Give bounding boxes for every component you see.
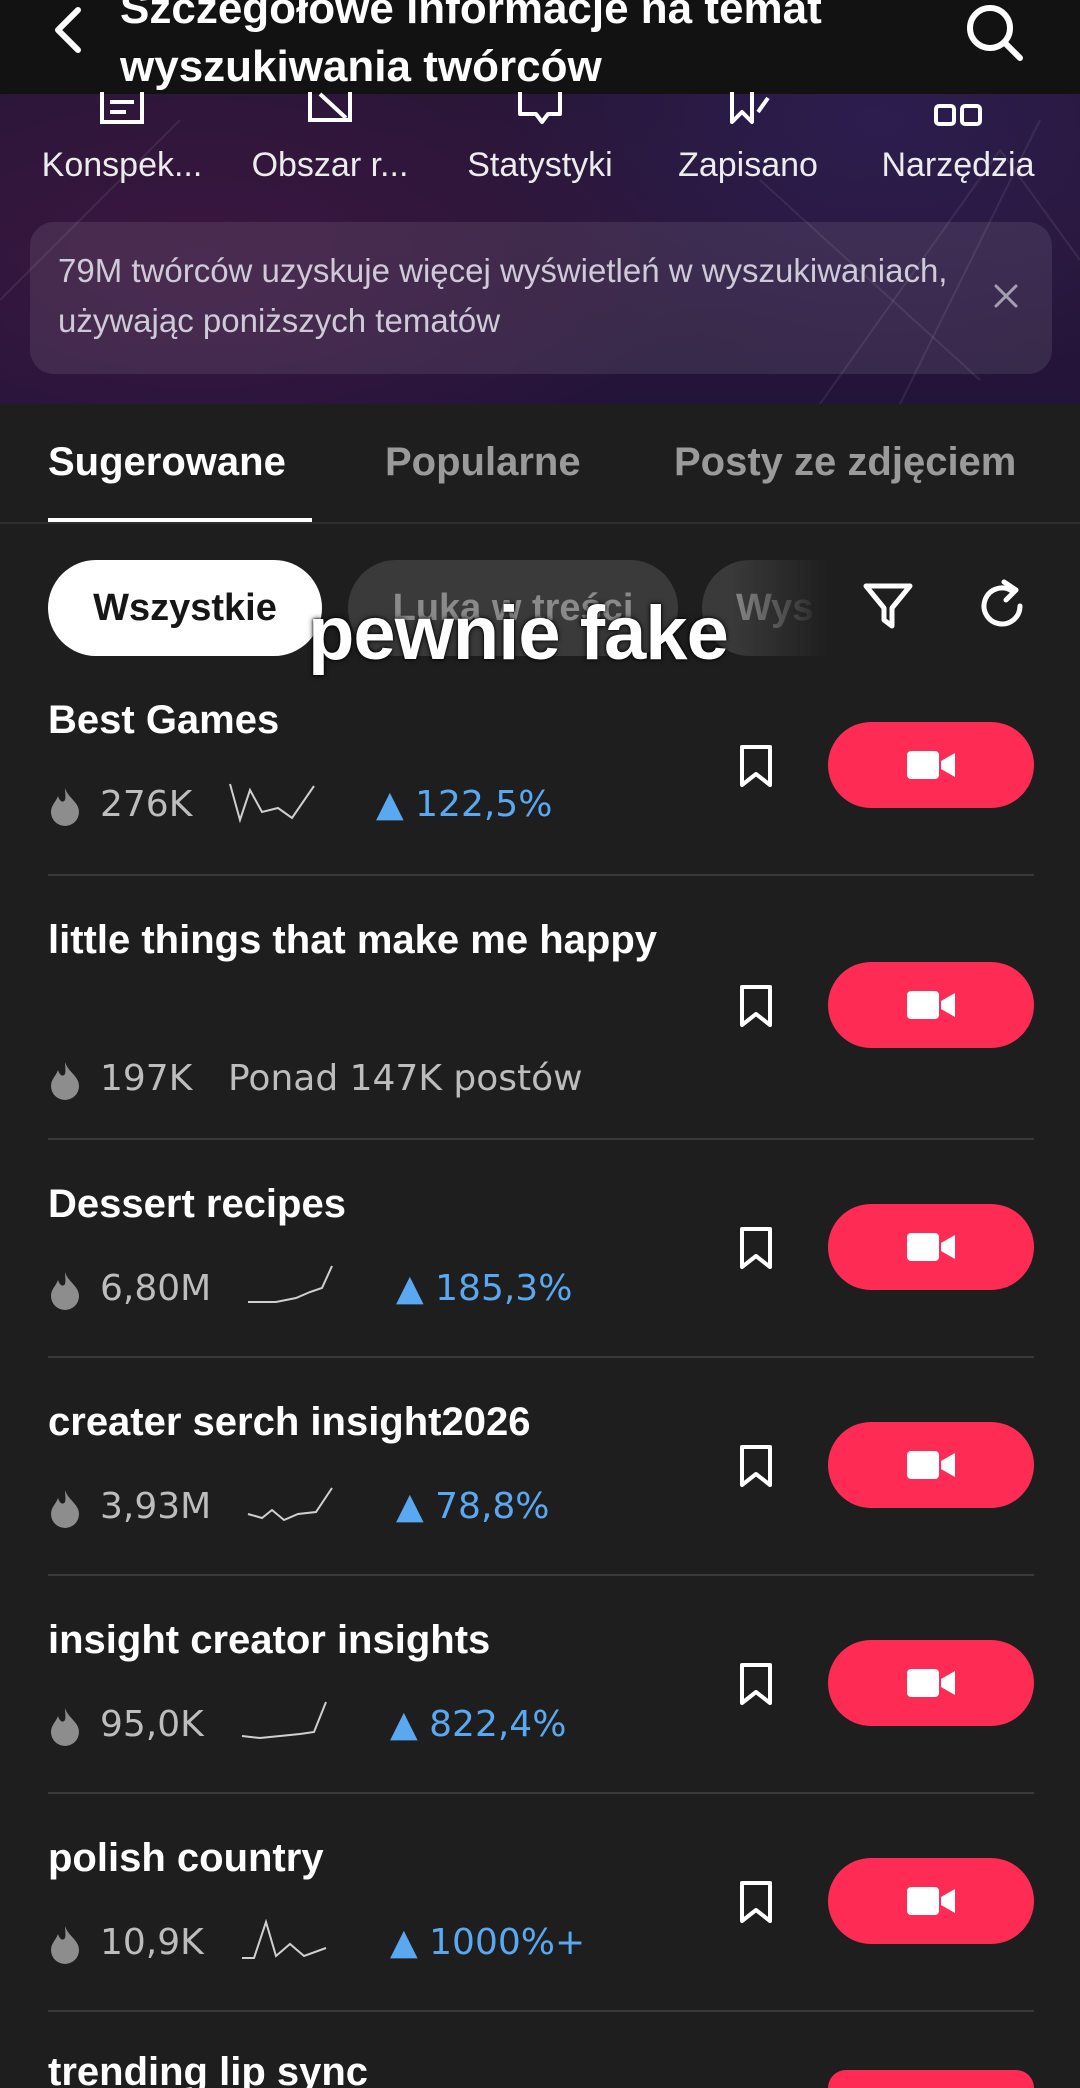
topic-stats: 276K ▲ 122,5% <box>48 778 748 828</box>
create-video-button[interactable] <box>828 2070 1034 2088</box>
flame-icon <box>51 788 79 826</box>
create-video-button[interactable] <box>828 1204 1034 1290</box>
create-video-button[interactable] <box>828 1422 1034 1508</box>
flame-icon <box>51 1926 79 1964</box>
info-banner: 79M twórców uzyskuje więcej wyświetleń w… <box>30 222 1052 374</box>
topic-stats: 3,93M ▲ 78,8% <box>48 1480 748 1530</box>
topic-stats: 10,9K ▲ 1000%+ <box>48 1916 748 1966</box>
video-camera-icon <box>907 991 955 1019</box>
bookmark-icon[interactable] <box>736 1444 776 1488</box>
bookmark-icon[interactable] <box>736 1226 776 1270</box>
topic-title[interactable]: polish country <box>48 1830 688 1887</box>
header-hero: Szczegółowe informacje na temat wyszukiw… <box>0 0 1080 404</box>
bookmark-icon[interactable] <box>736 744 776 788</box>
divider <box>48 2010 1034 2012</box>
video-camera-icon <box>907 1451 955 1479</box>
video-camera-icon <box>907 1233 955 1261</box>
video-camera-icon <box>907 751 955 779</box>
back-arrow-icon[interactable] <box>44 4 96 56</box>
bookmark-icon[interactable] <box>736 984 776 1028</box>
tab-suggested[interactable]: Sugerowane <box>48 440 286 485</box>
topic-stats: 197K Ponad 147K postów <box>48 1052 748 1102</box>
content-gap-icon <box>308 92 352 122</box>
create-video-button[interactable] <box>828 1640 1034 1726</box>
create-video-button[interactable] <box>828 962 1034 1048</box>
active-tab-indicator <box>48 518 312 522</box>
tab-photo-posts[interactable]: Posty ze zdjęciem <box>674 440 1016 485</box>
flame-icon <box>51 1708 79 1746</box>
topic-title[interactable]: Best Games <box>48 692 688 749</box>
create-video-button[interactable] <box>828 722 1034 808</box>
topic-title[interactable]: Dessert recipes <box>48 1176 688 1233</box>
trend-sparkline <box>241 1701 327 1740</box>
topic-title[interactable]: little things that make me happy <box>48 912 688 969</box>
growth-value: ▲ 185,3% <box>396 1268 573 1309</box>
flame-icon <box>51 1490 79 1528</box>
flame-icon <box>51 1062 79 1100</box>
tab-popular[interactable]: Popularne <box>385 440 581 485</box>
trend-sparkline <box>247 1487 333 1522</box>
video-camera-icon <box>907 1887 955 1915</box>
top-bar: Szczegółowe informacje na temat wyszukiw… <box>0 0 1080 94</box>
chip-fade <box>730 560 840 660</box>
bookmark-icon[interactable] <box>736 1662 776 1706</box>
divider <box>48 1792 1034 1794</box>
tab-bar: Sugerowane Popularne Posty ze zdjęciem <box>0 404 1080 524</box>
growth-value: ▲ 1000%+ <box>390 1922 586 1963</box>
create-video-button[interactable] <box>828 1858 1034 1944</box>
close-icon[interactable] <box>988 278 1024 314</box>
banner-text: 79M twórców uzyskuje więcej wyświetleń w… <box>58 252 948 339</box>
growth-value: ▲ 822,4% <box>390 1704 567 1745</box>
divider <box>48 874 1034 876</box>
flame-icon <box>51 1272 79 1310</box>
divider <box>48 1138 1034 1140</box>
tool-navigation: Konspek... Obszar r... Statystyki Zapisa… <box>0 88 1080 198</box>
trend-sparkline <box>248 1265 333 1303</box>
divider <box>48 1574 1034 1576</box>
bookmark-icon[interactable] <box>736 1880 776 1924</box>
outline-icon <box>100 92 144 124</box>
topic-title[interactable]: insight creator insights <box>48 1612 688 1669</box>
filter-icon[interactable] <box>858 576 918 636</box>
chip-all[interactable]: Wszystkie <box>48 560 322 656</box>
video-camera-icon <box>907 1669 955 1697</box>
page-title: Szczegółowe informacje na temat wyszukiw… <box>120 0 822 91</box>
topic-stats: 6,80M ▲ 185,3% <box>48 1262 748 1312</box>
growth-value: ▲ 78,8% <box>396 1486 550 1527</box>
topic-title[interactable]: creater serch insight2026 <box>48 1394 688 1451</box>
search-icon[interactable] <box>960 0 1030 70</box>
trend-sparkline <box>242 1918 327 1959</box>
divider <box>48 1356 1034 1358</box>
refresh-icon[interactable] <box>972 576 1032 636</box>
trend-sparkline <box>229 783 315 824</box>
topic-title[interactable]: trending lip sync <box>48 2044 688 2088</box>
saved-icon <box>730 92 770 124</box>
tools-icon <box>934 104 982 126</box>
statistics-icon <box>518 92 562 124</box>
overlay-caption: pewnie fake <box>308 591 729 676</box>
growth-value: ▲ 122,5% <box>376 784 553 825</box>
topic-stats: 95,0K ▲ 822,4% <box>48 1698 748 1748</box>
